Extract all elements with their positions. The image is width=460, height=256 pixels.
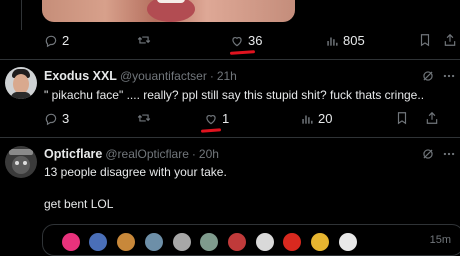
- tweet2-header: Exodus XXL @youantifactser · 21h: [44, 69, 237, 83]
- views-count: 20: [318, 111, 333, 126]
- tweet-text-line1: 13 people disagree with your take.: [44, 165, 227, 179]
- emoji-avatar-icon: [200, 233, 218, 251]
- reply-icon: [45, 113, 57, 125]
- grok-icon[interactable]: [421, 147, 435, 161]
- separator-dot: ·: [209, 69, 214, 83]
- emoji-avatar-icon: [89, 233, 107, 251]
- bookmark-button[interactable]: [395, 111, 409, 125]
- media-mouth: [147, 0, 195, 22]
- tweet-media-image[interactable]: [42, 0, 295, 22]
- tweet3-header: Opticflare @realOpticflare · 20h: [44, 147, 219, 161]
- reply-icon: [45, 35, 57, 47]
- views-button[interactable]: 20: [300, 111, 332, 126]
- emoji-avatar-icon: [228, 233, 246, 251]
- share-button[interactable]: [425, 111, 439, 125]
- bookmark-button[interactable]: [418, 33, 432, 47]
- like-button[interactable]: 36: [230, 33, 262, 48]
- timestamp[interactable]: 20h: [199, 147, 219, 161]
- emoji-avatar-icon: [283, 233, 301, 251]
- avatar-exodus[interactable]: [5, 67, 37, 99]
- retweet-icon: [137, 114, 151, 122]
- divider: [0, 137, 460, 138]
- like-icon: [206, 114, 216, 124]
- emoji-avatar-icon: [311, 233, 329, 251]
- bookmark-icon: [397, 112, 407, 125]
- reply-count: 3: [62, 111, 70, 126]
- more-icon[interactable]: [442, 147, 456, 161]
- emoji-avatar-icon: [117, 233, 135, 251]
- thread-line: [21, 0, 22, 30]
- retweet-button[interactable]: [137, 33, 151, 47]
- views-button[interactable]: 805: [325, 33, 365, 48]
- divider: [0, 59, 460, 60]
- author-handle[interactable]: @realOpticflare: [105, 147, 189, 161]
- views-count: 805: [343, 33, 365, 48]
- like-icon: [232, 36, 242, 46]
- tweet-text: " pikachu face" .... really? ppl still s…: [44, 88, 425, 102]
- views-icon: [302, 115, 313, 124]
- share-icon: [444, 33, 456, 46]
- bookmark-icon: [420, 34, 430, 47]
- reply-count: 2: [62, 33, 70, 48]
- like-count: 1: [222, 111, 230, 126]
- author-name[interactable]: Exodus XXL: [44, 69, 117, 83]
- media-teeth: [157, 0, 185, 3]
- author-name[interactable]: Opticflare: [44, 147, 102, 161]
- annotation-underline: [229, 50, 256, 55]
- emoji-avatar-icon: [256, 233, 274, 251]
- tweet-text-line2: get bent LOL: [44, 197, 114, 211]
- emoji-avatar-icon: [339, 233, 357, 251]
- reply-button[interactable]: 3: [44, 111, 69, 126]
- timestamp[interactable]: 21h: [217, 69, 237, 83]
- quote-timestamp: 15m: [429, 234, 451, 246]
- grok-icon[interactable]: [421, 69, 435, 83]
- share-icon: [426, 111, 438, 124]
- more-icon[interactable]: [442, 69, 456, 83]
- emoji-heart-icon: [62, 233, 80, 251]
- reply-button[interactable]: 2: [44, 33, 69, 48]
- annotation-underline: [200, 128, 222, 133]
- like-count: 36: [248, 33, 263, 48]
- share-button[interactable]: [443, 33, 457, 47]
- separator-dot: ·: [191, 147, 196, 161]
- like-button[interactable]: 1: [204, 111, 229, 126]
- author-handle[interactable]: @youantifactser: [120, 69, 207, 83]
- emoji-avatar-icon: [145, 233, 163, 251]
- avatar-opticflare[interactable]: [5, 146, 37, 178]
- retweet-icon: [137, 36, 151, 44]
- views-icon: [327, 37, 338, 46]
- retweet-button[interactable]: [137, 111, 151, 125]
- emoji-avatar-icon: [173, 233, 191, 251]
